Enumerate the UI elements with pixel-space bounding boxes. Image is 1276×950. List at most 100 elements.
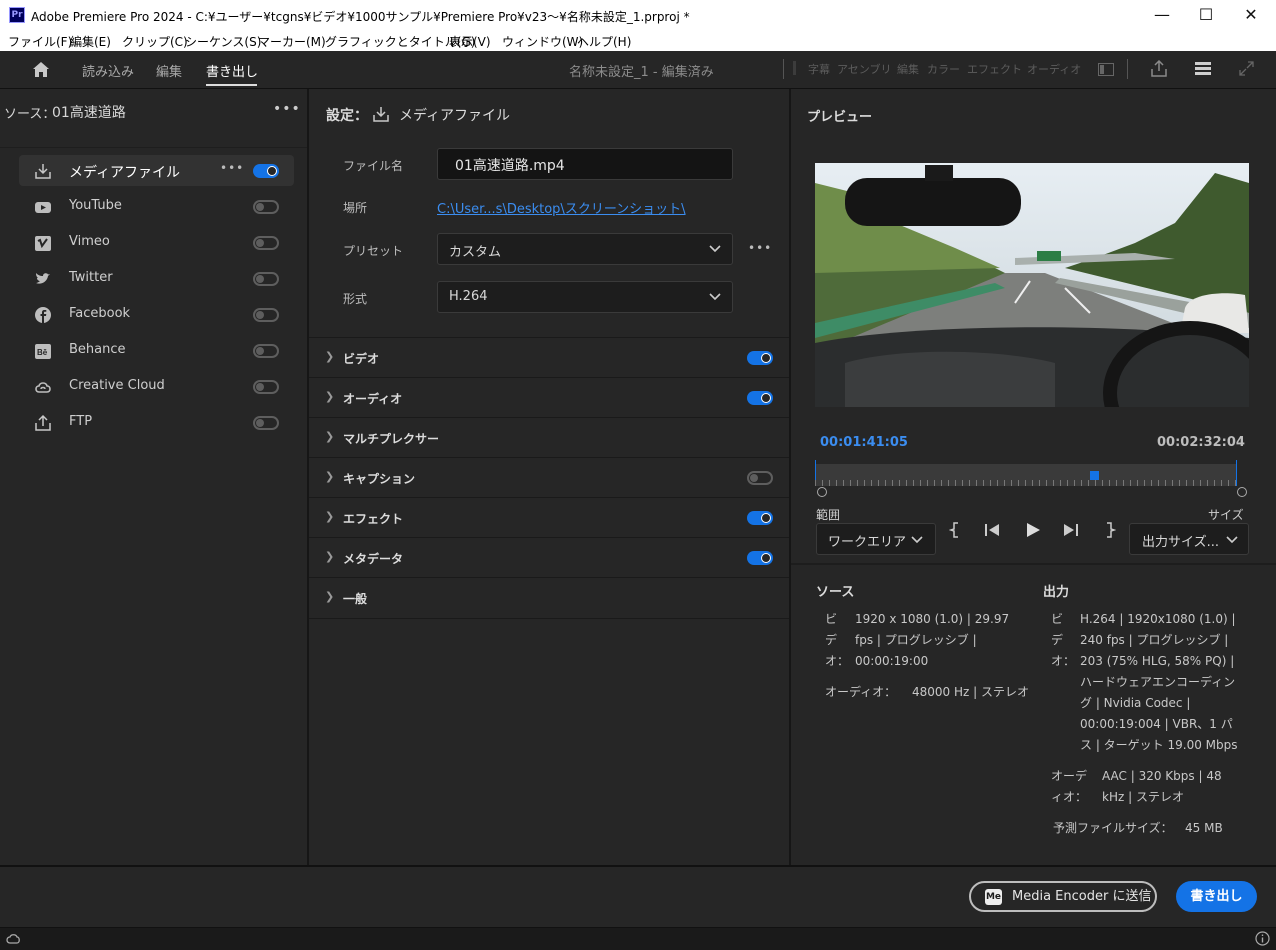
- section-toggle[interactable]: [747, 391, 773, 405]
- mark-in-icon[interactable]: [949, 521, 961, 539]
- duration-timecode: 00:02:32:04: [1157, 435, 1245, 450]
- upload-icon: [35, 414, 51, 431]
- destination-ftp[interactable]: FTP: [19, 407, 294, 438]
- playhead[interactable]: [1090, 471, 1099, 480]
- menu-edit[interactable]: 編集(E): [70, 33, 111, 50]
- tab-export[interactable]: 書き出し: [206, 61, 258, 80]
- timeline-scrubber[interactable]: [815, 460, 1237, 486]
- fullscreen-icon[interactable]: [1238, 60, 1255, 77]
- section-toggle[interactable]: [747, 551, 773, 565]
- destination-toggle[interactable]: [253, 380, 279, 394]
- menu-sequence[interactable]: シーケンス(S): [185, 33, 261, 50]
- send-to-media-encoder-button[interactable]: Me Media Encoder に送信: [969, 881, 1157, 912]
- destination-toggle[interactable]: [253, 344, 279, 358]
- format-label: 形式: [343, 292, 368, 306]
- destination-toggle[interactable]: [253, 164, 279, 178]
- destination-vimeo[interactable]: Vimeo: [19, 227, 294, 258]
- destination-toggle[interactable]: [253, 200, 279, 214]
- preview-panel: プレビュー 00:01:41:05 00:02:32:04 範囲 ワークエリア …: [791, 89, 1276, 865]
- export-button[interactable]: 書き出し: [1176, 881, 1257, 912]
- tab-edit[interactable]: 編集: [156, 61, 182, 80]
- section-multiplexer[interactable]: ❯ マルチプレクサー: [309, 417, 789, 458]
- destination-toggle[interactable]: [253, 272, 279, 286]
- section-label: キャプション: [343, 472, 416, 486]
- destination-twitter[interactable]: Twitter: [19, 263, 294, 294]
- source-more-icon[interactable]: •••: [273, 101, 301, 117]
- mark-out-icon[interactable]: [1104, 521, 1116, 539]
- section-toggle[interactable]: [747, 511, 773, 525]
- preset-more-icon[interactable]: •••: [748, 241, 772, 255]
- menu-help[interactable]: ヘルプ(H): [577, 33, 631, 50]
- section-toggle[interactable]: [747, 351, 773, 365]
- menu-view[interactable]: 表示(V): [449, 33, 491, 50]
- twitter-icon: [36, 273, 50, 284]
- filename-value: 01高速道路.mp4: [455, 158, 565, 174]
- chevron-down-icon: [709, 293, 721, 301]
- filename-field[interactable]: 01高速道路.mp4: [437, 148, 733, 180]
- range-value: ワークエリア: [828, 535, 907, 550]
- menu-window[interactable]: ウィンドウ(W): [502, 33, 583, 50]
- maximize-button[interactable]: ☐: [1192, 5, 1220, 25]
- location-link[interactable]: C:\User...s\Desktop\スクリーンショット\: [437, 198, 686, 217]
- format-value: H.264: [449, 289, 488, 304]
- workspace-effects[interactable]: エフェクト: [967, 61, 1022, 77]
- info-icon[interactable]: [1255, 931, 1270, 946]
- destination-label: メディアファイル: [69, 165, 181, 181]
- workspace-color[interactable]: カラー: [927, 61, 960, 77]
- section-captions[interactable]: ❯ キャプション: [309, 457, 789, 498]
- step-back-icon[interactable]: [983, 521, 1001, 539]
- creative-cloud-icon[interactable]: [5, 932, 21, 944]
- destination-toggle[interactable]: [253, 308, 279, 322]
- workspace-assembly[interactable]: アセンブリ: [837, 61, 891, 77]
- close-button[interactable]: ✕: [1237, 5, 1265, 25]
- preset-dropdown[interactable]: カスタム: [437, 233, 733, 265]
- svg-text:Bē: Bē: [37, 348, 48, 357]
- size-dropdown[interactable]: 出力サイズ...: [1129, 523, 1249, 555]
- source-panel: ソース： 01高速道路 ••• メディアファイル ••• YouTube Vim…: [0, 89, 307, 865]
- home-icon[interactable]: [31, 60, 51, 78]
- chevron-right-icon: ❯: [325, 550, 335, 563]
- quick-export-icon[interactable]: [1194, 61, 1212, 76]
- share-icon[interactable]: [1150, 60, 1168, 77]
- workspace-captions[interactable]: 字幕: [808, 61, 830, 77]
- destination-media-file[interactable]: メディアファイル •••: [19, 155, 294, 186]
- output-audio-label: オーディオ：: [1051, 769, 1088, 804]
- menu-marker[interactable]: マーカー(M): [258, 33, 326, 50]
- section-metadata[interactable]: ❯ メタデータ: [309, 537, 789, 578]
- section-audio[interactable]: ❯ オーディオ: [309, 377, 789, 418]
- chevron-right-icon: ❯: [325, 350, 335, 363]
- section-toggle[interactable]: [747, 471, 773, 485]
- current-timecode[interactable]: 00:01:41:05: [820, 435, 908, 450]
- workspace-audio[interactable]: オーディオ: [1027, 61, 1081, 77]
- in-point-handle[interactable]: [817, 487, 827, 497]
- destination-facebook[interactable]: Facebook: [19, 299, 294, 330]
- play-icon[interactable]: [1024, 521, 1042, 539]
- menu-file[interactable]: ファイル(F): [8, 33, 72, 50]
- more-icon[interactable]: •••: [220, 161, 244, 175]
- section-general[interactable]: ❯ 一般: [309, 577, 789, 619]
- panel-layout-icon[interactable]: [1098, 63, 1114, 76]
- download-icon: [373, 107, 389, 122]
- out-point-handle[interactable]: [1237, 487, 1247, 497]
- estimated-size-value: 45 MB: [1185, 821, 1223, 835]
- destination-youtube[interactable]: YouTube: [19, 191, 294, 222]
- menu-clip[interactable]: クリップ(C): [122, 33, 188, 50]
- destination-toggle[interactable]: [253, 236, 279, 250]
- step-forward-icon[interactable]: [1062, 521, 1080, 539]
- tab-import[interactable]: 読み込み: [82, 61, 134, 80]
- section-effects[interactable]: ❯ エフェクト: [309, 497, 789, 538]
- section-video[interactable]: ❯ ビデオ: [309, 337, 789, 378]
- destination-creative-cloud[interactable]: Creative Cloud: [19, 371, 294, 402]
- section-label: マルチプレクサー: [343, 432, 440, 446]
- destination-behance[interactable]: Bē Behance: [19, 335, 294, 366]
- workspace-editing[interactable]: 編集: [897, 61, 919, 77]
- format-dropdown[interactable]: H.264: [437, 281, 733, 313]
- destination-label: YouTube: [69, 198, 122, 213]
- project-title: 名称未設定_1 - 編集済み: [569, 65, 714, 80]
- chevron-down-icon: [1226, 536, 1238, 544]
- settings-panel: 設定： メディアファイル ファイル名 01高速道路.mp4 場所 C:\User…: [309, 89, 789, 865]
- destination-toggle[interactable]: [253, 416, 279, 430]
- workspace-grip-icon: [793, 61, 796, 75]
- minimize-button[interactable]: —: [1148, 5, 1176, 25]
- range-dropdown[interactable]: ワークエリア: [816, 523, 936, 555]
